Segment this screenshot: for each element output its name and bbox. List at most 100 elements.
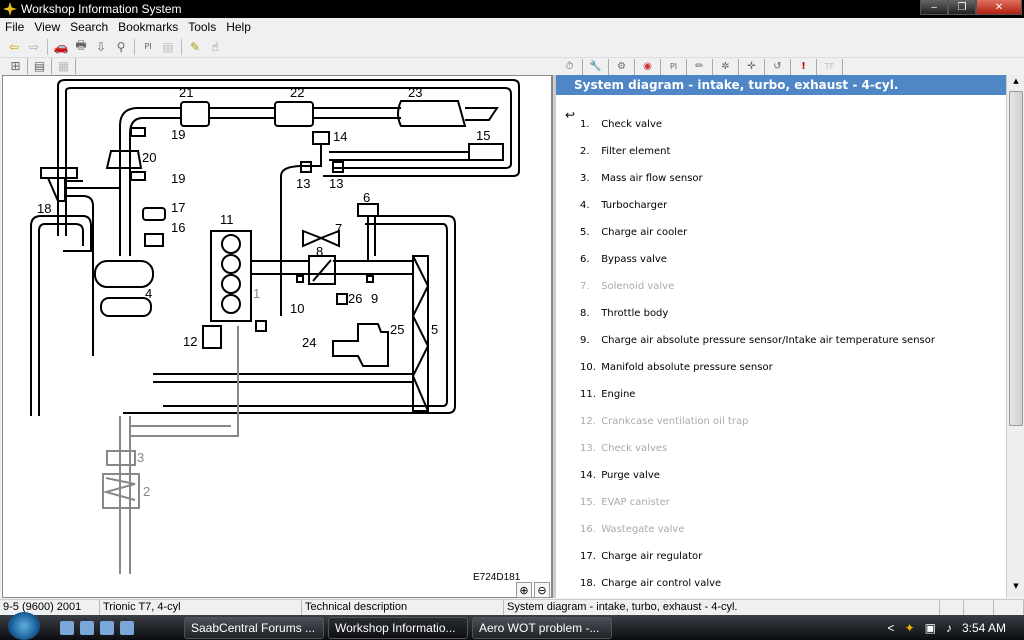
- part-number: 6.: [580, 254, 590, 265]
- pencil-icon[interactable]: ✎: [185, 38, 205, 56]
- pointer-icon[interactable]: ☝: [205, 38, 225, 56]
- part-label: Crankcase ventilation oil trap: [601, 416, 749, 427]
- internet-explorer-icon[interactable]: [100, 620, 114, 635]
- scroll-down-arrow-icon[interactable]: ▼: [1007, 582, 1024, 596]
- car-icon[interactable]: 🚗: [51, 38, 71, 56]
- zoom-in-button[interactable]: ⊕: [516, 582, 532, 598]
- part-list-item[interactable]: 11. Engine: [580, 389, 935, 416]
- network-icon[interactable]: ▣: [925, 621, 936, 635]
- back-link-icon[interactable]: ↩: [565, 108, 575, 122]
- content-pane: System diagram - intake, turbo, exhaust …: [556, 75, 1006, 598]
- tray-expand-icon[interactable]: <: [888, 621, 895, 635]
- label-13b: 13: [329, 176, 343, 191]
- part-label: Bypass valve: [601, 254, 667, 265]
- part-list-item[interactable]: 18. Charge air control valve: [580, 578, 935, 598]
- parts-list: 1. Check valve 2. Filter element 3. Mass a…: [580, 119, 935, 598]
- clock[interactable]: 3:54 AM: [962, 621, 1006, 635]
- dtc-icon[interactable]: ◉: [635, 58, 661, 75]
- label-23: 23: [408, 85, 422, 100]
- gears-icon[interactable]: ⚙: [609, 58, 635, 75]
- status-cell-6: [964, 600, 994, 615]
- content-toolbar: ⏱ 🔧 ⚙ ◉ PI ✏ ✲ ✛ ↺ ! TF: [557, 58, 1024, 75]
- minimize-button[interactable]: ‒: [920, 0, 948, 15]
- wrench-icon[interactable]: 🔧: [583, 58, 609, 75]
- part-list-item[interactable]: 1. Check valve: [580, 119, 935, 146]
- pi-icon[interactable]: PI: [138, 38, 158, 56]
- diagram-pane: 1 2 3 4 5 6 7 8 9 10 11 12 13 13 14 15 1…: [2, 75, 552, 598]
- part-number: 15.: [580, 497, 596, 508]
- restore-button[interactable]: ❐: [948, 0, 976, 15]
- component-icon[interactable]: ✲: [713, 58, 739, 75]
- scrollbar-thumb[interactable]: [1009, 91, 1023, 426]
- label-17: 17: [171, 200, 185, 215]
- scroll-up-arrow-icon[interactable]: ▲: [1007, 77, 1024, 91]
- main-toolbar: ⇦ ⇨ 🚗 🖶 ⇩ ⚲ PI ▤ ✎ ☝: [0, 36, 1024, 58]
- part-list-item[interactable]: 8. Throttle body: [580, 308, 935, 335]
- tool-icon[interactable]: ✏: [687, 58, 713, 75]
- menu-file[interactable]: File: [0, 20, 29, 34]
- part-list-item[interactable]: 13. Check valves: [580, 443, 935, 470]
- document-view-tab-icon[interactable]: ▤: [28, 58, 52, 74]
- printer-icon[interactable]: 🖶: [71, 38, 91, 56]
- show-desktop-icon[interactable]: [60, 620, 74, 635]
- turbo-turbine: [100, 297, 152, 317]
- part-label: Purge valve: [601, 470, 660, 481]
- part-list-item[interactable]: 6. Bypass valve: [580, 254, 935, 281]
- taskbar-item-aero-wot[interactable]: Aero WOT problem -...: [472, 616, 612, 639]
- timer-icon[interactable]: ⏱: [557, 58, 583, 75]
- bin-icon[interactable]: ▤: [158, 38, 178, 56]
- note-icon[interactable]: ↺: [765, 58, 791, 75]
- check-valve-1: [255, 320, 267, 332]
- part-list-item[interactable]: 12. Crankcase ventilation oil trap: [580, 416, 935, 443]
- quick-launch: [60, 620, 180, 635]
- graphics-view-tab-icon[interactable]: ▦: [52, 58, 76, 74]
- label-24: 24: [302, 335, 316, 350]
- part-list-item[interactable]: 5. Charge air cooler: [580, 227, 935, 254]
- warning-icon[interactable]: !: [791, 58, 817, 75]
- binoculars-icon[interactable]: ⚲: [111, 38, 131, 56]
- label-21: 21: [179, 85, 193, 100]
- volume-icon[interactable]: ♪: [946, 621, 952, 635]
- content-scrollbar[interactable]: ▲ ▼: [1006, 75, 1024, 598]
- part-list-item[interactable]: 7. Solenoid valve: [580, 281, 935, 308]
- turbo-compressor: [94, 260, 154, 288]
- switch-windows-icon[interactable]: [80, 620, 94, 635]
- label-6: 6: [363, 190, 370, 205]
- menu-tools[interactable]: Tools: [183, 20, 221, 34]
- label-10: 10: [290, 301, 304, 316]
- download-doc-icon[interactable]: ⇩: [91, 38, 111, 56]
- tree-view-tab-icon[interactable]: ⊞: [4, 58, 28, 74]
- pi-icon[interactable]: PI: [661, 58, 687, 75]
- part-list-item[interactable]: 17. Charge air regulator: [580, 551, 935, 578]
- taskbar-item-saabcentral[interactable]: SaabCentral Forums ...: [184, 616, 324, 639]
- start-button[interactable]: [8, 612, 40, 640]
- media-icon[interactable]: [120, 620, 134, 635]
- brake-booster-25: [332, 323, 389, 367]
- part-list-item[interactable]: 3. Mass air flow sensor: [580, 173, 935, 200]
- status-cell-5: [940, 600, 964, 615]
- taskbar-item-wis[interactable]: Workshop Informatio...: [328, 616, 468, 639]
- part-list-item[interactable]: 10. Manifold absolute pressure sensor: [580, 362, 935, 389]
- menu-bookmarks[interactable]: Bookmarks: [113, 20, 183, 34]
- part-label: Charge air absolute pressure sensor/Inta…: [601, 335, 935, 346]
- part-list-item[interactable]: 14. Purge valve: [580, 470, 935, 497]
- menu-search[interactable]: Search: [65, 20, 113, 34]
- tray-app-icon[interactable]: ✦: [905, 621, 915, 635]
- sensor-26: [336, 293, 348, 305]
- menu-view[interactable]: View: [29, 20, 65, 34]
- forward-arrow-icon[interactable]: ⇨: [24, 38, 44, 56]
- status-doc-title: System diagram - intake, turbo, exhaust …: [504, 600, 940, 615]
- part-number: 14.: [580, 470, 596, 481]
- part-list-item[interactable]: 15. EVAP canister: [580, 497, 935, 524]
- move-icon[interactable]: ✛: [739, 58, 765, 75]
- close-button[interactable]: ✕: [976, 0, 1022, 15]
- status-doc-type: Technical description: [302, 600, 504, 615]
- part-list-item[interactable]: 16. Wastegate valve: [580, 524, 935, 551]
- part-list-item[interactable]: 4. Turbocharger: [580, 200, 935, 227]
- part-list-item[interactable]: 9. Charge air absolute pressure sensor/I…: [580, 335, 935, 362]
- menu-help[interactable]: Help: [221, 20, 256, 34]
- part-list-item[interactable]: 2. Filter element: [580, 146, 935, 173]
- zoom-out-button[interactable]: ⊖: [534, 582, 550, 598]
- tf-icon[interactable]: TF: [817, 58, 843, 75]
- back-arrow-icon[interactable]: ⇦: [4, 38, 24, 56]
